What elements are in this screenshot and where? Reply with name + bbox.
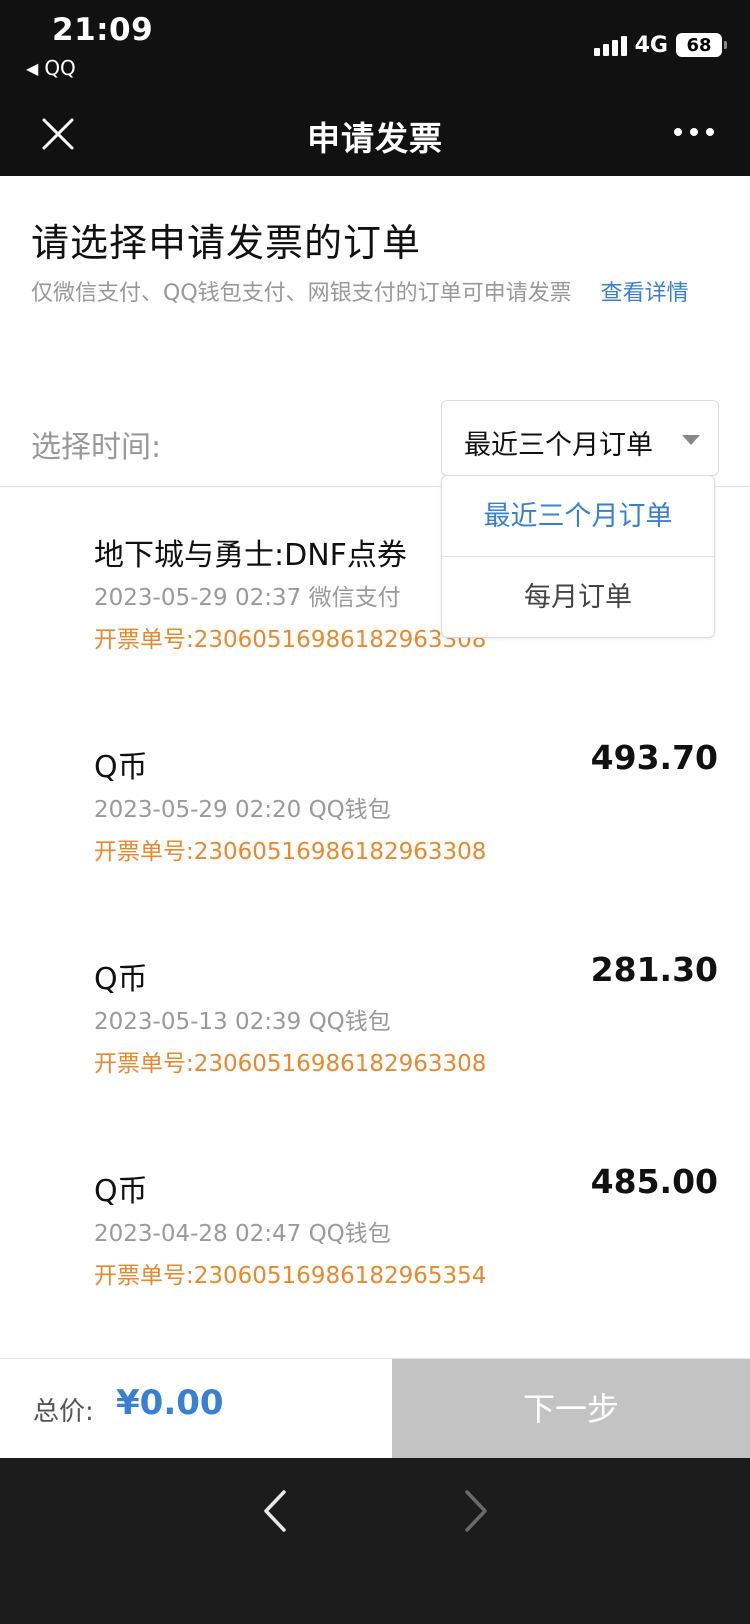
signal-icon [593, 34, 627, 56]
order-meta: 2023-05-29 02:37 微信支付 [94, 578, 401, 612]
order-invoice-number: 开票单号:23060516986182963308 [94, 1051, 487, 1077]
status-time: 21:09 [52, 12, 154, 48]
forward-arrow-icon[interactable] [463, 1488, 489, 1534]
order-name: 地下城与勇士:DNF点券 [94, 538, 407, 573]
dropdown-option-monthly[interactable]: 每月订单 [442, 557, 714, 638]
status-bar: 21:09 ◀ QQ 4G 68 [0, 0, 750, 100]
order-item[interactable]: Q币 2023-05-29 02:20 QQ钱包 开票单号:2306051698… [0, 738, 750, 942]
order-datetime: 2023-04-28 02:47 [94, 1221, 302, 1247]
bottom-bar: 总价: ¥0.00 下一步 [0, 1358, 750, 1459]
order-amount: 485.00 [590, 1162, 718, 1201]
order-meta: 2023-05-29 02:20 QQ钱包 [94, 790, 391, 824]
time-filter-select[interactable]: 最近三个月订单 [441, 400, 719, 476]
order-datetime: 2023-05-29 02:20 [94, 797, 302, 823]
total-label: 总价: [33, 1397, 94, 1427]
order-name: Q币 [94, 750, 148, 785]
order-name: Q币 [94, 1174, 148, 1209]
order-datetime: 2023-05-29 02:37 [94, 585, 302, 611]
back-to-app-link[interactable]: ◀ QQ [26, 56, 76, 80]
status-indicators: 4G 68 [593, 30, 727, 60]
total-value: ¥0.00 [116, 1383, 224, 1423]
order-meta: 2023-04-28 02:47 QQ钱包 [94, 1214, 391, 1248]
battery-level: 68 [686, 34, 712, 56]
order-amount: 281.30 [590, 950, 718, 989]
dropdown-arrow-icon [682, 435, 700, 445]
order-item[interactable]: Q币 2023-04-28 02:47 QQ钱包 开票单号:2306051698… [0, 1162, 750, 1366]
nav-bar: 申请发票 [0, 100, 750, 176]
battery-icon: 68 [676, 33, 727, 57]
time-filter-label: 选择时间: [31, 430, 162, 465]
network-type: 4G [634, 32, 668, 58]
order-payment: QQ钱包 [308, 1009, 391, 1035]
more-icon[interactable] [674, 128, 714, 136]
order-datetime: 2023-05-13 02:39 [94, 1009, 302, 1035]
order-invoice-number: 开票单号:23060516986182963308 [94, 839, 487, 865]
order-payment: QQ钱包 [308, 797, 391, 823]
time-filter-value: 最近三个月订单 [464, 430, 653, 461]
order-invoice-number: 开票单号:23060516986182965354 [94, 1263, 487, 1289]
order-payment: QQ钱包 [308, 1221, 391, 1247]
back-app-label: QQ [44, 56, 76, 80]
back-triangle-icon: ◀ [26, 58, 39, 78]
order-amount: 493.70 [590, 738, 718, 777]
section-heading: 请选择申请发票的订单 [31, 221, 422, 265]
time-filter-row: 选择时间: 最近三个月订单 [0, 400, 750, 486]
order-meta: 2023-05-13 02:39 QQ钱包 [94, 1002, 391, 1036]
notice-text: 仅微信支付、QQ钱包支付、网银支付的订单可申请发票 [31, 281, 572, 306]
order-name: Q币 [94, 962, 148, 997]
time-filter-dropdown: 最近三个月订单 每月订单 [441, 475, 715, 638]
dropdown-option-recent-three-months[interactable]: 最近三个月订单 [442, 476, 714, 557]
page-title: 申请发票 [307, 119, 443, 158]
browser-nav-bar [0, 1458, 750, 1624]
details-link[interactable]: 查看详情 [601, 281, 689, 306]
order-payment: 微信支付 [308, 585, 401, 611]
back-arrow-icon[interactable] [262, 1488, 288, 1534]
payment-notice: 仅微信支付、QQ钱包支付、网银支付的订单可申请发票 查看详情 [31, 272, 721, 316]
order-item[interactable]: Q币 2023-05-13 02:39 QQ钱包 开票单号:2306051698… [0, 950, 750, 1154]
next-step-button[interactable]: 下一步 [392, 1359, 750, 1459]
